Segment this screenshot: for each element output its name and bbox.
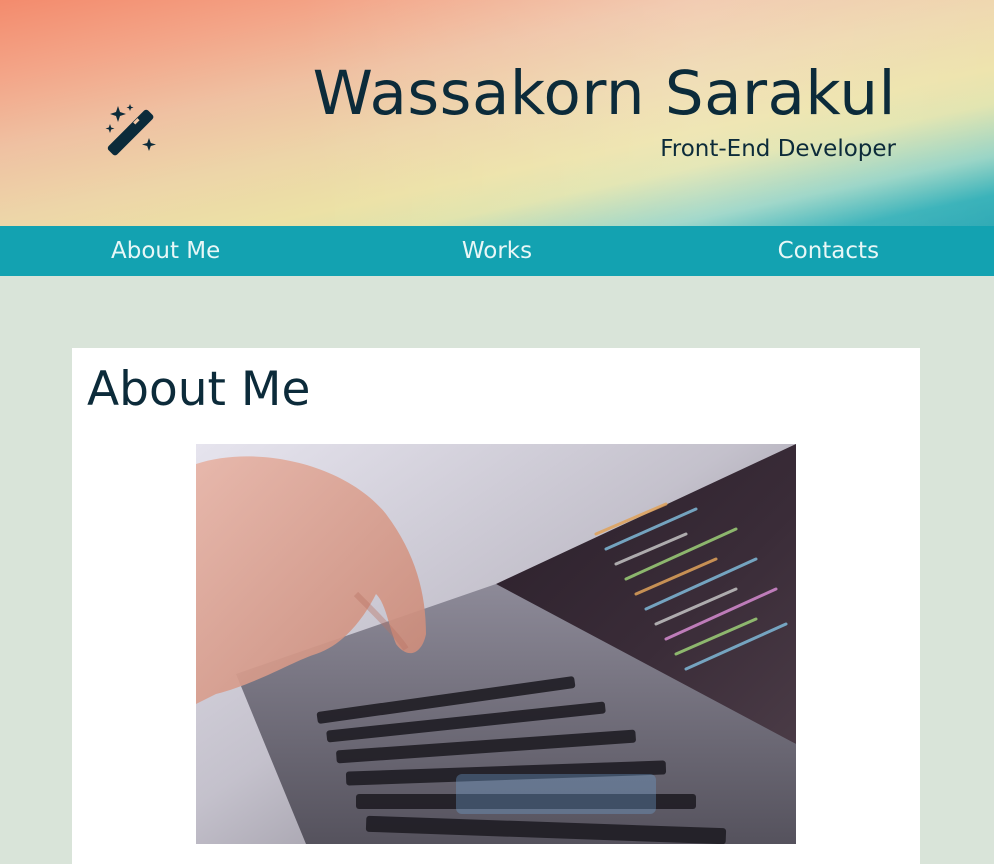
nav-link-about-me[interactable]: About Me <box>0 226 331 276</box>
magic-wand-icon <box>105 104 156 156</box>
nav-link-works[interactable]: Works <box>331 226 662 276</box>
nav-link-contacts[interactable]: Contacts <box>663 226 994 276</box>
section-title: About Me <box>87 362 311 417</box>
site-title: Wassakorn Sarakul <box>312 58 896 129</box>
main-nav: About Me Works Contacts <box>0 226 994 276</box>
page: Wassakorn Sarakul Front-End Developer Ab… <box>0 0 994 864</box>
about-photo <box>196 444 796 844</box>
hero-header: Wassakorn Sarakul Front-End Developer <box>0 0 994 226</box>
laptop-typing-illustration <box>196 444 796 844</box>
site-subtitle: Front-End Developer <box>660 136 896 162</box>
about-section: About Me <box>72 348 920 864</box>
